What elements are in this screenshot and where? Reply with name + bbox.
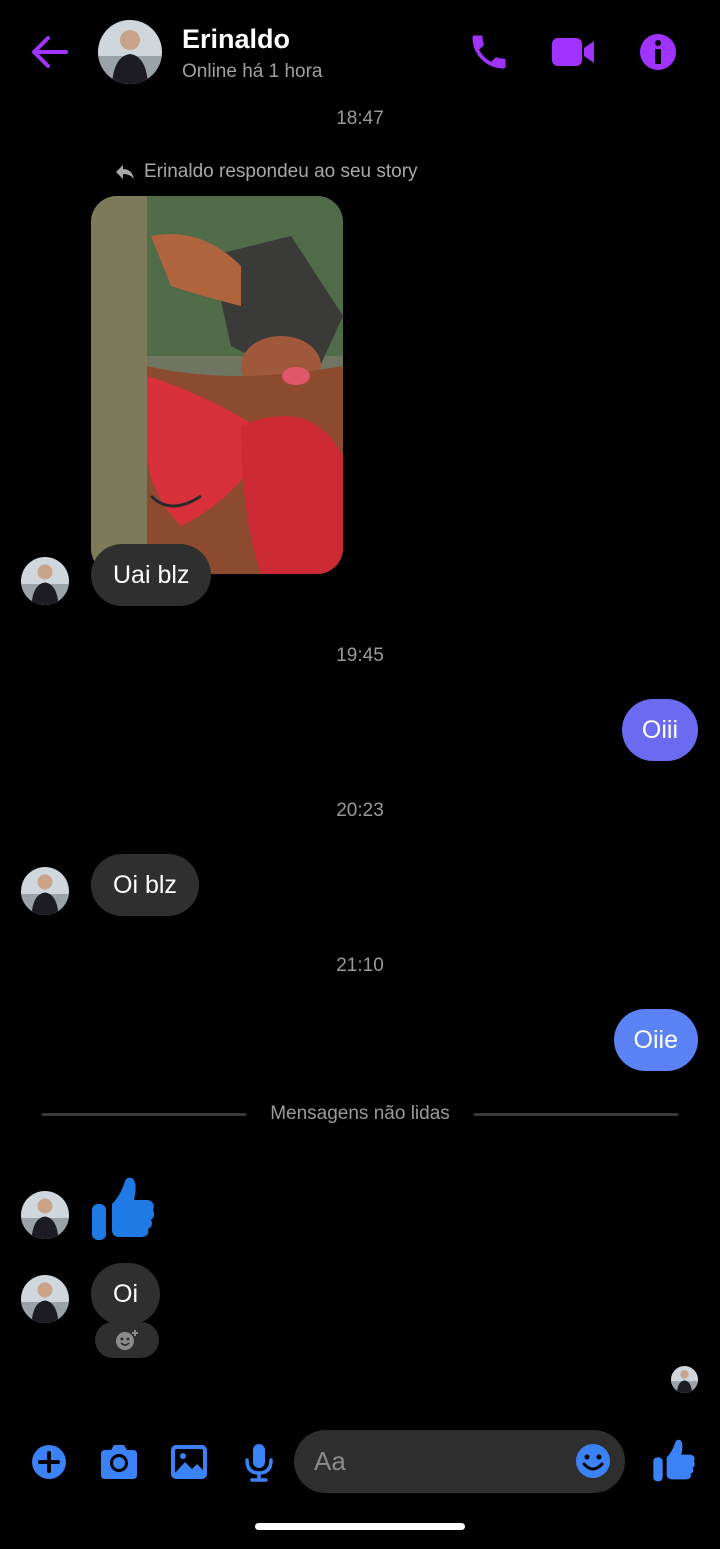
emoji-button[interactable] <box>574 1442 612 1480</box>
video-icon <box>552 38 594 66</box>
gallery-button[interactable] <box>167 1440 211 1484</box>
phone-icon <box>472 35 506 69</box>
timestamp: 20:23 <box>336 800 384 821</box>
call-button[interactable] <box>467 30 511 74</box>
info-button[interactable] <box>636 30 680 74</box>
unread-divider-label: Mensagens não lidas <box>270 1103 450 1124</box>
like-icon <box>653 1439 695 1482</box>
thumbs-up-icon <box>92 1177 155 1240</box>
back-button[interactable] <box>28 32 72 72</box>
timestamp: 21:10 <box>336 955 384 976</box>
avatar-image <box>671 1366 698 1393</box>
reply-arrow-icon <box>116 165 134 179</box>
contact-name[interactable]: Erinaldo <box>182 24 290 55</box>
story-image[interactable] <box>91 196 343 574</box>
avatar-image <box>21 867 69 915</box>
emoji-icon <box>576 1444 610 1478</box>
home-indicator[interactable] <box>255 1523 465 1530</box>
incoming-message[interactable]: Oi <box>91 1263 160 1325</box>
camera-button[interactable] <box>97 1440 141 1484</box>
camera-icon <box>101 1445 137 1479</box>
incoming-message[interactable]: Oi blz <box>91 854 199 916</box>
contact-avatar-small[interactable] <box>21 867 69 915</box>
add-reaction-button[interactable] <box>95 1322 159 1358</box>
story-photo <box>91 196 343 574</box>
incoming-message[interactable]: Uai blz <box>91 544 212 606</box>
add-reaction-icon <box>116 1330 138 1350</box>
outgoing-message[interactable]: Oiie <box>613 1009 698 1071</box>
like-button[interactable] <box>652 1437 696 1482</box>
story-reply-note: Erinaldo respondeu ao seu story <box>114 161 418 183</box>
avatar-image <box>21 557 69 605</box>
contact-avatar-small[interactable] <box>21 557 69 605</box>
contact-avatar-small[interactable] <box>21 1275 69 1323</box>
message-input[interactable] <box>314 1430 564 1493</box>
contact-avatar-small[interactable] <box>21 1191 69 1239</box>
contact-avatar[interactable] <box>98 20 162 84</box>
back-arrow-icon <box>32 36 68 68</box>
voice-message-button[interactable] <box>237 1440 281 1484</box>
gallery-icon <box>171 1445 207 1479</box>
mic-icon <box>245 1444 273 1482</box>
more-actions-button[interactable] <box>27 1440 71 1484</box>
timestamp: 19:45 <box>336 645 384 666</box>
outgoing-message[interactable]: Oiii <box>621 699 698 761</box>
timestamp: 18:47 <box>336 108 384 129</box>
avatar-image <box>21 1191 69 1239</box>
plus-icon <box>32 1445 66 1479</box>
contact-status: Online há 1 hora <box>182 61 323 82</box>
info-icon <box>640 34 676 70</box>
seen-indicator-avatar <box>671 1366 698 1393</box>
story-reply-text: Erinaldo respondeu ao seu story <box>144 161 418 182</box>
avatar-image <box>98 20 162 84</box>
thumbs-up-message[interactable] <box>90 1174 156 1242</box>
video-call-button[interactable] <box>550 30 596 74</box>
avatar-image <box>21 1275 69 1323</box>
